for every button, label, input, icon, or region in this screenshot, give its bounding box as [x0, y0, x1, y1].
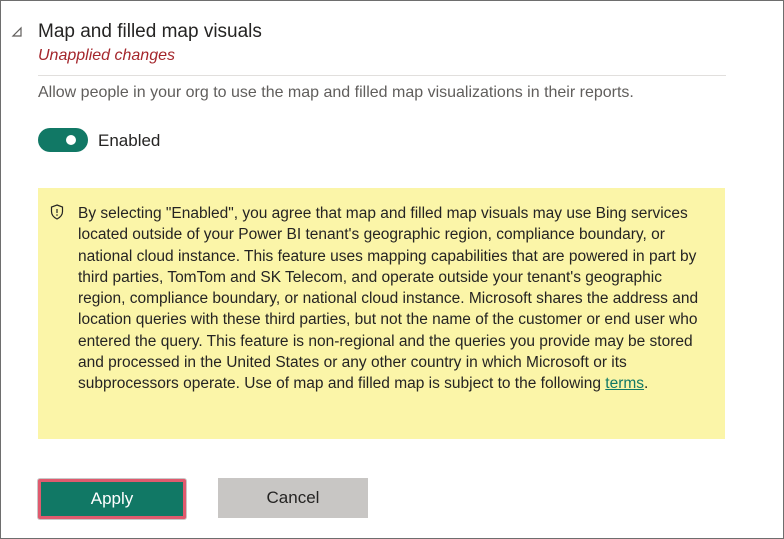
terms-link[interactable]: terms	[605, 375, 644, 392]
toggle-knob	[66, 135, 76, 145]
enabled-toggle[interactable]	[38, 128, 88, 152]
notice-box: By selecting "Enabled", you agree that m…	[38, 188, 725, 439]
collapse-triangle-icon[interactable]	[10, 25, 24, 39]
cancel-button[interactable]: Cancel	[218, 478, 368, 518]
section-description: Allow people in your org to use the map …	[38, 84, 634, 101]
notice-trailing: .	[644, 375, 649, 393]
notice-body: By selecting "Enabled", you agree that m…	[78, 205, 699, 393]
divider	[38, 75, 726, 76]
shield-info-icon	[50, 204, 64, 220]
unapplied-changes-label: Unapplied changes	[38, 47, 175, 64]
settings-panel: Map and filled map visuals Unapplied cha…	[0, 0, 784, 539]
section-title: Map and filled map visuals	[38, 21, 262, 42]
toggle-label: Enabled	[98, 131, 161, 150]
apply-button[interactable]: Apply	[38, 479, 186, 519]
notice-text: By selecting "Enabled", you agree that m…	[78, 203, 708, 395]
